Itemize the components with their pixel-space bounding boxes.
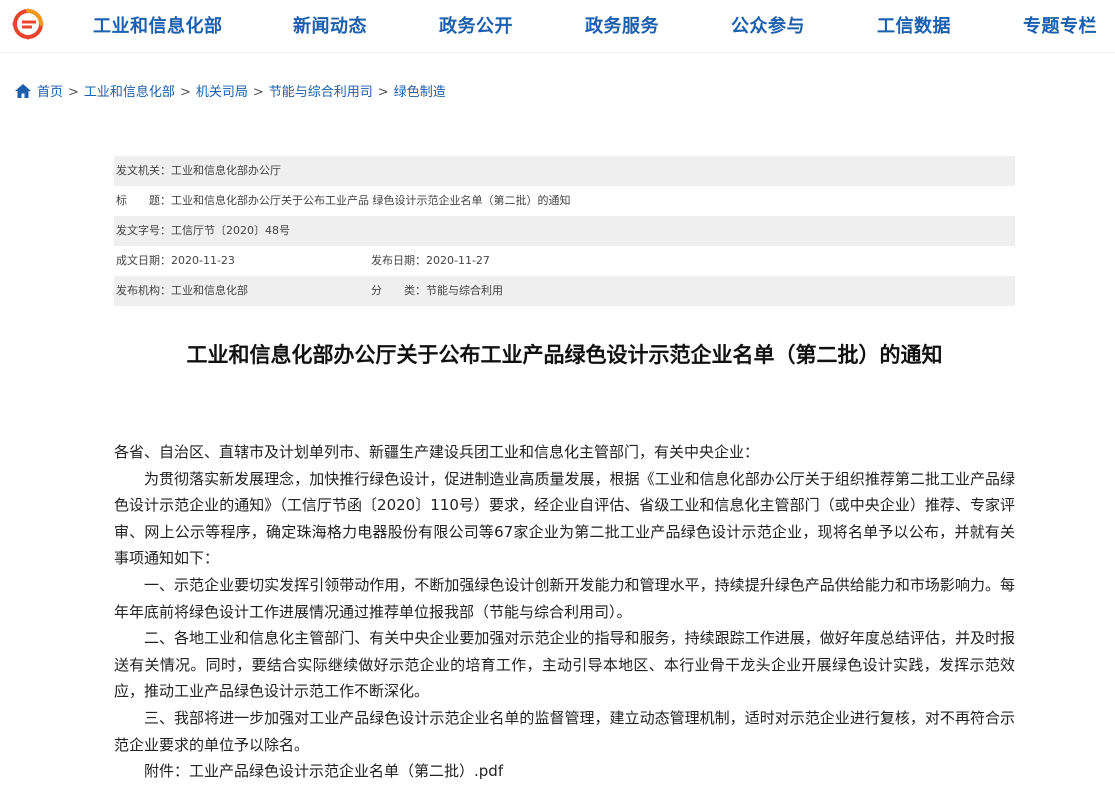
meta-category: 分 类：节能与综合利用 — [371, 276, 503, 306]
meta-title-value: 工业和信息化部办公厅关于公布工业产品 绿色设计示范企业名单（第二批）的通知 — [171, 194, 571, 207]
meta-created-value: 2020-11-23 — [171, 254, 235, 267]
meta-issuer-label: 发文机关： — [116, 164, 171, 177]
nav-item-gov-services[interactable]: 政务服务 — [585, 12, 659, 38]
body-paragraph-1: 为贯彻落实新发展理念，加快推行绿色设计，促进制造业高质量发展，根据《工业和信息化… — [114, 469, 1015, 568]
meta-published-label: 发布日期： — [371, 254, 426, 267]
home-icon — [15, 84, 31, 102]
nav-item-special-topics[interactable]: 专题专栏 — [1023, 12, 1097, 38]
breadcrumb-energy-saving-dept[interactable]: 节能与综合利用司 — [269, 85, 373, 100]
meta-row-dates: 成文日期：2020-11-23 发布日期：2020-11-27 — [114, 246, 1015, 276]
breadcrumb-separator: > — [252, 85, 264, 100]
breadcrumb-separator: > — [179, 85, 191, 100]
meta-created: 成文日期：2020-11-23 — [116, 246, 235, 276]
meta-published-value: 2020-11-27 — [426, 254, 490, 267]
attachment-line: 附件：工业产品绿色设计示范企业名单（第二批）.pdf — [114, 758, 1015, 785]
meta-row-docno: 发文字号：工信厅节〔2020〕48号 — [114, 216, 1015, 246]
meta-issuer-value: 工业和信息化部办公厅 — [171, 164, 281, 177]
top-navigation: 工业和信息化部 新闻动态 政务公开 政务服务 公众参与 工信数据 专题专栏 — [0, 0, 1115, 53]
body-paragraph-2: 一、示范企业要切实发挥引领带动作用，不断加强绿色设计创新开发能力和管理水平，持续… — [114, 575, 1015, 621]
nav-item-public-participation[interactable]: 公众参与 — [731, 12, 805, 38]
document-body: 各省、自治区、直辖市及计划单列市、新疆生产建设兵团工业和信息化主管部门，有关中央… — [114, 439, 1015, 785]
breadcrumb-departments[interactable]: 机关司局 — [196, 85, 248, 100]
breadcrumb: 首页 > 工业和信息化部 > 机关司局 > 节能与综合利用司 > 绿色制造 — [15, 81, 446, 102]
meta-category-label: 分 类： — [371, 284, 426, 297]
meta-published: 发布日期：2020-11-27 — [371, 246, 490, 276]
breadcrumb-green-manufacturing[interactable]: 绿色制造 — [394, 85, 446, 100]
meta-org-value: 工业和信息化部 — [171, 284, 248, 297]
miit-logo-icon[interactable] — [12, 8, 44, 40]
meta-created-label: 成文日期： — [116, 254, 171, 267]
nav-item-news[interactable]: 新闻动态 — [293, 12, 367, 38]
breadcrumb-miit[interactable]: 工业和信息化部 — [84, 85, 175, 100]
meta-category-value: 节能与综合利用 — [426, 284, 503, 297]
nav-item-miit[interactable]: 工业和信息化部 — [93, 12, 223, 38]
breadcrumb-separator: > — [377, 85, 389, 100]
document-title: 工业和信息化部办公厅关于公布工业产品绿色设计示范企业名单（第二批）的通知 — [186, 343, 943, 367]
attachment-link[interactable]: 工业产品绿色设计示范企业名单（第二批）.pdf — [189, 762, 503, 780]
document-meta-table: 发文机关：工业和信息化部办公厅 标 题：工业和信息化部办公厅关于公布工业产品 绿… — [114, 156, 1015, 306]
meta-issuer: 发文机关：工业和信息化部办公厅 — [116, 156, 281, 186]
meta-row-issuer: 发文机关：工业和信息化部办公厅 — [114, 156, 1015, 186]
salutation: 各省、自治区、直辖市及计划单列市、新疆生产建设兵团工业和信息化主管部门，有关中央… — [114, 443, 760, 461]
meta-title-label: 标 题： — [116, 194, 171, 207]
meta-row-org: 发布机构：工业和信息化部 分 类：节能与综合利用 — [114, 276, 1015, 306]
meta-docno: 发文字号：工信厅节〔2020〕48号 — [116, 216, 290, 246]
meta-org: 发布机构：工业和信息化部 — [116, 276, 248, 306]
meta-org-label: 发布机构： — [116, 284, 171, 297]
body-paragraph-3: 二、各地工业和信息化主管部门、有关中央企业要加强对示范企业的指导和服务，持续跟踪… — [114, 629, 1015, 701]
body-paragraph-4: 三、我部将进一步加强对工业产品绿色设计示范企业名单的监督管理，建立动态管理机制，… — [114, 708, 1015, 754]
meta-row-title: 标 题：工业和信息化部办公厅关于公布工业产品 绿色设计示范企业名单（第二批）的通… — [114, 186, 1015, 216]
breadcrumb-separator: > — [68, 85, 79, 100]
meta-docno-value: 工信厅节〔2020〕48号 — [171, 224, 290, 237]
nav-item-data[interactable]: 工信数据 — [877, 12, 951, 38]
meta-title: 标 题：工业和信息化部办公厅关于公布工业产品 绿色设计示范企业名单（第二批）的通… — [116, 186, 571, 216]
nav-item-gov-affairs[interactable]: 政务公开 — [439, 12, 513, 38]
attachment-label: 附件： — [144, 762, 190, 781]
meta-docno-label: 发文字号： — [116, 224, 171, 237]
breadcrumb-home[interactable]: 首页 — [37, 85, 63, 100]
